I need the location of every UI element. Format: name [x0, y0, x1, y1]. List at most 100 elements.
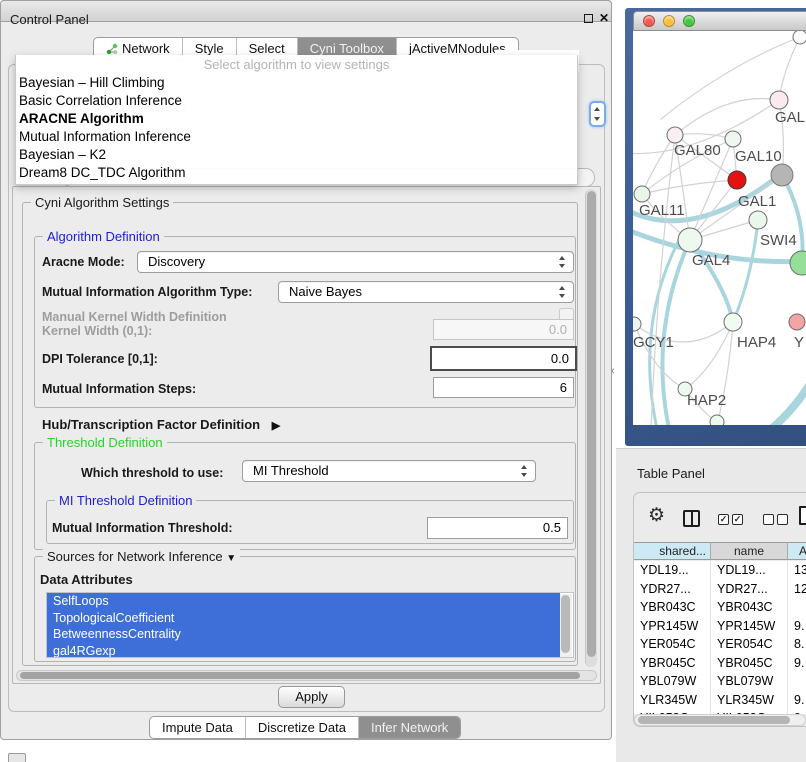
list-vertical-scrollbar[interactable] — [560, 594, 572, 657]
table-row[interactable]: YBR045C YBR045C 9. — [634, 654, 806, 673]
cell-shared[interactable]: YDL19... — [640, 561, 712, 580]
column-header-shared[interactable]: shared... — [634, 542, 711, 560]
network-node[interactable] — [793, 31, 806, 44]
cell-value[interactable]: 13 — [794, 561, 806, 580]
table-row[interactable]: YER054C YER054C 8. — [634, 635, 806, 654]
scrollbar-thumb[interactable] — [587, 191, 596, 657]
unchecked-checkbox-icon[interactable] — [777, 514, 788, 525]
kernel-width-field[interactable]: 0.0 — [433, 319, 574, 340]
network-node[interactable] — [790, 251, 806, 275]
popup-item-selected[interactable]: ARACNE Algorithm — [16, 110, 577, 128]
columns-icon[interactable] — [683, 510, 700, 527]
mi-steps-field[interactable]: 6 — [433, 377, 574, 398]
network-node[interactable] — [667, 127, 683, 143]
float-window-icon[interactable] — [584, 14, 593, 23]
control-panel-titlebar[interactable] — [0, 0, 612, 22]
cell-shared[interactable]: YPR145W — [640, 617, 712, 636]
network-window-titlebar[interactable] — [633, 11, 806, 31]
cell-name[interactable]: YDR27... — [717, 580, 783, 599]
cell-name[interactable]: YDL19... — [717, 561, 783, 580]
settings-horizontal-scrollbar[interactable] — [16, 670, 597, 681]
popup-item[interactable]: Basic Correlation Inference — [16, 92, 577, 110]
network-node[interactable] — [633, 317, 641, 331]
cell-shared[interactable]: YER054C — [640, 635, 712, 654]
network-node[interactable] — [728, 171, 746, 189]
cell-name[interactable]: YBR045C — [717, 654, 783, 673]
expander-arrow-down-icon[interactable]: ▼ — [226, 553, 236, 564]
tab-discretize-data[interactable]: Discretize Data — [245, 717, 358, 738]
unchecked-checkbox-icon[interactable] — [763, 514, 774, 525]
popup-item[interactable]: Mutual Information Inference — [16, 128, 577, 146]
network-node[interactable] — [724, 313, 742, 331]
cell-name[interactable]: YBL079W — [717, 672, 783, 691]
scrollbar-thumb[interactable] — [20, 672, 580, 679]
list-item-selected[interactable]: SelfLoops — [47, 593, 560, 610]
network-node[interactable] — [710, 415, 724, 425]
zoom-traffic-light-icon[interactable] — [683, 15, 695, 27]
cell-shared[interactable]: YBR043C — [640, 598, 712, 617]
hub-definition-expander[interactable]: Hub/Transcription Factor Definition ▶ — [42, 417, 280, 432]
mi-threshold-field[interactable]: 0.5 — [427, 517, 568, 539]
gear-icon[interactable]: ⚙ — [648, 505, 665, 527]
minimize-traffic-light-icon[interactable] — [663, 15, 675, 27]
focused-combo-arrow-fragment[interactable] — [589, 101, 606, 127]
table-row[interactable]: YLR345W YLR345W 9. — [634, 691, 806, 710]
popup-item[interactable]: Bayesian – Hill Climbing — [16, 74, 577, 92]
table-row[interactable]: YBL079W YBL079W — [634, 672, 806, 691]
cell-value[interactable]: 9. — [794, 617, 806, 636]
table-row[interactable]: YPR145W YPR145W 9. — [634, 617, 806, 636]
cell-shared[interactable]: YBL079W — [640, 672, 712, 691]
list-item-selected[interactable]: TopologicalCoefficient — [47, 610, 560, 627]
apply-button[interactable]: Apply — [278, 686, 345, 708]
split-pane-collapse-icon[interactable]: ‹ — [611, 365, 615, 377]
network-node-label: GAL80 — [674, 142, 721, 159]
network-edge — [675, 98, 779, 135]
cell-name[interactable]: YER054C — [717, 635, 783, 654]
close-icon[interactable]: ✕ — [599, 11, 609, 25]
cell-value[interactable]: 12 — [794, 580, 806, 599]
popup-item[interactable]: Dream8 DC_TDC Algorithm — [16, 164, 577, 182]
column-header-name[interactable]: name — [711, 542, 788, 560]
list-item-selected[interactable]: BetweennessCentrality — [47, 626, 560, 643]
network-node[interactable] — [725, 131, 741, 147]
cell-shared[interactable]: YLR345W — [640, 691, 712, 710]
data-attributes-list[interactable]: SelfLoops TopologicalCoefficient Between… — [46, 592, 574, 658]
table-row[interactable]: YBR043C YBR043C — [634, 598, 806, 617]
aracne-mode-select[interactable]: Discovery — [137, 251, 574, 273]
cell-name[interactable]: YBR043C — [717, 598, 783, 617]
network-node[interactable] — [770, 91, 788, 109]
cell-value[interactable]: 9. — [794, 654, 806, 673]
partial-corner-button[interactable] — [8, 753, 26, 762]
file-icon[interactable] — [799, 506, 806, 525]
cell-name[interactable]: YPR145W — [717, 617, 783, 636]
tab-impute-data[interactable]: Impute Data — [150, 717, 245, 738]
which-threshold-select[interactable]: MI Threshold — [242, 460, 536, 482]
table-row[interactable]: YDL19... YDL19... 13 — [634, 561, 806, 580]
cell-shared[interactable]: YBR045C — [640, 654, 712, 673]
network-view-window[interactable]: GALGAL80GAL10GAL1SWI4GAL11GAL4HAP4YGCY1H… — [625, 8, 806, 446]
checked-checkbox-icon[interactable]: ✓ — [718, 514, 729, 525]
table-horizontal-scrollbar[interactable] — [634, 714, 806, 726]
tab-infer-network[interactable]: Infer Network — [358, 717, 460, 738]
checked-checkbox-icon[interactable]: ✓ — [732, 514, 743, 525]
cell-name[interactable]: YLR345W — [717, 691, 783, 710]
scrollbar-thumb[interactable] — [638, 716, 790, 724]
network-node[interactable] — [634, 186, 650, 202]
settings-vertical-scrollbar[interactable] — [585, 189, 597, 667]
network-node[interactable] — [678, 228, 702, 252]
column-header-partial[interactable]: A — [788, 542, 806, 560]
cell-value[interactable]: 8. — [794, 635, 806, 654]
cell-value[interactable]: 9. — [794, 691, 806, 710]
dpi-tolerance-field[interactable]: 0.0 — [430, 346, 577, 371]
close-traffic-light-icon[interactable] — [643, 15, 655, 27]
network-node[interactable] — [789, 314, 805, 330]
popup-item[interactable]: Bayesian – K2 — [16, 146, 577, 164]
mi-type-select[interactable]: Naive Bayes — [278, 281, 574, 303]
network-canvas[interactable]: GALGAL80GAL10GAL1SWI4GAL11GAL4HAP4YGCY1H… — [633, 31, 806, 425]
table-row[interactable]: YDR27... YDR27... 12 — [634, 580, 806, 599]
list-item-selected[interactable]: gal4RGexp — [47, 643, 560, 659]
network-node[interactable] — [749, 211, 767, 229]
scrollbar-thumb[interactable] — [561, 595, 570, 653]
cell-shared[interactable]: YDR27... — [640, 580, 712, 599]
network-node[interactable] — [771, 164, 793, 186]
